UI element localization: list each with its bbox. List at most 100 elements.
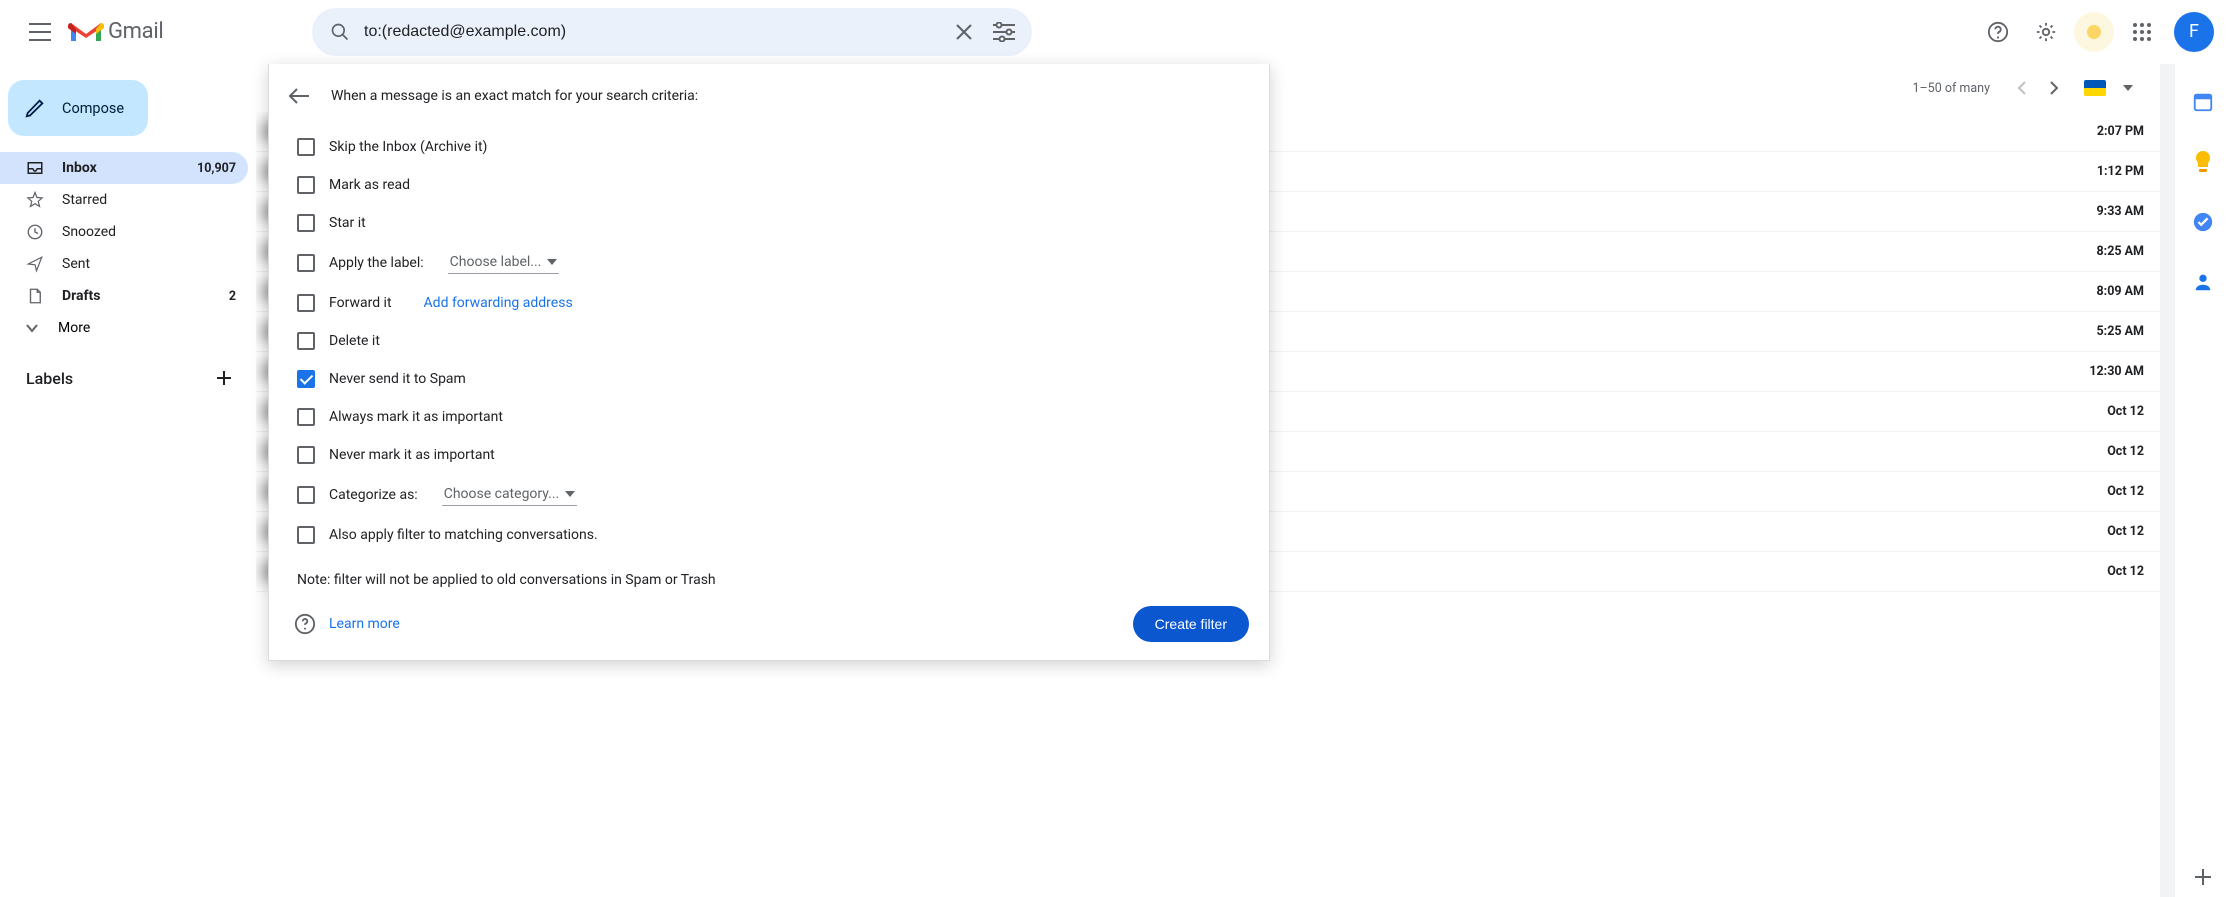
sidebar-item-sent[interactable]: Sent	[0, 248, 248, 280]
calendar-icon	[2192, 91, 2214, 113]
sidebar-more-button[interactable]: More	[0, 312, 256, 344]
message-time: 9:33 AM	[2076, 204, 2144, 219]
add-forwarding-link[interactable]: Add forwarding address	[424, 295, 573, 311]
nav-count: 2	[229, 289, 236, 304]
filter-opt-always-important[interactable]: Always mark it as important	[269, 398, 1269, 436]
next-page-button[interactable]	[2038, 72, 2070, 104]
add-label-button[interactable]	[210, 364, 238, 392]
filter-opt-mark-read[interactable]: Mark as read	[269, 166, 1269, 204]
main-menu-button[interactable]	[16, 8, 64, 56]
option-label: Mark as read	[329, 177, 410, 193]
checkbox[interactable]	[297, 214, 315, 232]
support-button[interactable]	[1974, 8, 2022, 56]
settings-button[interactable]	[2022, 8, 2070, 56]
sidebar-item-snoozed[interactable]: Snoozed	[0, 216, 248, 248]
search-icon	[330, 22, 350, 42]
nav-label: Drafts	[62, 288, 211, 304]
contacts-icon	[2192, 271, 2214, 293]
learn-more-link[interactable]: Learn more	[329, 616, 400, 632]
prev-page-button[interactable]	[2006, 72, 2038, 104]
filter-opt-forward-it[interactable]: Forward it Add forwarding address	[269, 284, 1269, 322]
help-circle-icon	[294, 613, 316, 635]
message-time: 2:07 PM	[2076, 124, 2144, 139]
option-label: Also apply filter to matching conversati…	[329, 527, 598, 543]
search-input[interactable]	[360, 23, 944, 41]
chevron-down-icon	[24, 320, 40, 336]
inbox-icon	[26, 159, 44, 177]
option-label: Categorize as:	[329, 487, 418, 503]
sidebar-item-inbox[interactable]: Inbox 10,907	[0, 152, 248, 184]
checkbox[interactable]	[297, 526, 315, 544]
sidebar-item-drafts[interactable]: Drafts 2	[0, 280, 248, 312]
filter-opt-skip-inbox[interactable]: Skip the Inbox (Archive it)	[269, 128, 1269, 166]
label-dropdown[interactable]: Choose label...	[448, 252, 560, 274]
checkbox[interactable]	[297, 176, 315, 194]
more-label: More	[58, 320, 90, 336]
option-label: Forward it	[329, 295, 392, 311]
chevron-left-icon	[2017, 81, 2027, 95]
checkbox[interactable]	[297, 294, 315, 312]
google-apps-button[interactable]	[2118, 8, 2166, 56]
option-label: Star it	[329, 215, 366, 231]
star-icon	[26, 191, 44, 209]
checkbox[interactable]	[297, 332, 315, 350]
arrow-left-icon	[288, 87, 310, 105]
create-filter-panel: When a message is an exact match for you…	[268, 64, 1270, 661]
dropdown-value: Choose label...	[450, 254, 542, 270]
checkbox[interactable]	[297, 486, 315, 504]
gmail-logo-icon	[68, 18, 104, 46]
checkbox[interactable]	[297, 370, 315, 388]
tasks-addon[interactable]	[2183, 202, 2223, 242]
logo[interactable]: Gmail	[64, 18, 302, 46]
search-button[interactable]	[320, 12, 360, 52]
help-icon-wrap	[291, 610, 319, 638]
message-time: Oct 12	[2076, 524, 2144, 539]
clock-icon	[26, 223, 44, 241]
filter-opt-apply-label[interactable]: Apply the label: Choose label...	[269, 242, 1269, 284]
scrollbar[interactable]	[2160, 64, 2174, 897]
contacts-addon[interactable]	[2183, 262, 2223, 302]
account-avatar[interactable]: F	[2174, 12, 2214, 52]
caret-down-icon	[565, 491, 575, 497]
keep-addon[interactable]	[2183, 142, 2223, 182]
calendar-addon[interactable]	[2183, 82, 2223, 122]
filter-opt-never-spam[interactable]: Never send it to Spam	[269, 360, 1269, 398]
search-options-button[interactable]	[984, 12, 1024, 52]
filter-back-button[interactable]	[281, 78, 317, 114]
filter-opt-categorize[interactable]: Categorize as: Choose category...	[269, 474, 1269, 516]
filter-opt-delete-it[interactable]: Delete it	[269, 322, 1269, 360]
clear-search-button[interactable]	[944, 12, 984, 52]
option-label: Delete it	[329, 333, 380, 349]
google-apps-dot	[2070, 8, 2118, 56]
create-filter-button[interactable]: Create filter	[1133, 606, 1249, 642]
checkbox[interactable]	[297, 254, 315, 272]
option-label: Never mark it as important	[329, 447, 495, 463]
compose-button[interactable]: Compose	[8, 80, 148, 136]
category-dropdown[interactable]: Choose category...	[442, 484, 578, 506]
nav-list: Inbox 10,907 Starred Snoozed Sent Drafts…	[0, 152, 256, 312]
input-language-menu[interactable]	[2112, 72, 2144, 104]
checkbox[interactable]	[297, 446, 315, 464]
sidebar-item-starred[interactable]: Starred	[0, 184, 248, 216]
checkbox[interactable]	[297, 408, 315, 426]
input-language-indicator[interactable]	[2084, 80, 2106, 96]
file-icon	[26, 287, 44, 305]
caret-down-icon	[2123, 85, 2133, 91]
message-time: 1:12 PM	[2076, 164, 2144, 179]
filter-opt-never-important[interactable]: Never mark it as important	[269, 436, 1269, 474]
gear-icon	[2035, 21, 2057, 43]
labels-title: Labels	[26, 369, 73, 388]
search-bar-container	[312, 8, 1032, 56]
pencil-icon	[24, 97, 46, 119]
hamburger-icon	[29, 23, 51, 41]
logo-text: Gmail	[108, 19, 163, 44]
message-time: 5:25 AM	[2076, 324, 2144, 339]
filter-opt-star-it[interactable]: Star it	[269, 204, 1269, 242]
dropdown-value: Choose category...	[444, 486, 560, 502]
message-time: 8:09 AM	[2076, 284, 2144, 299]
search-bar	[312, 8, 1032, 56]
get-addons-button[interactable]	[2183, 857, 2223, 897]
checkbox[interactable]	[297, 138, 315, 156]
message-time: Oct 12	[2076, 444, 2144, 459]
filter-opt-also-apply[interactable]: Also apply filter to matching conversati…	[269, 516, 1269, 554]
